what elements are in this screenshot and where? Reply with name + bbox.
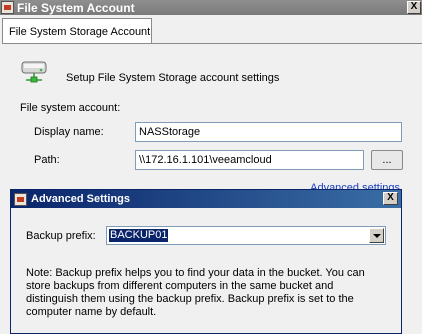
advanced-settings-dialog: Advanced Settings X Backup prefix: BACKU… xyxy=(10,189,402,334)
tab-label: File System Storage Account xyxy=(9,25,151,38)
advanced-close-button[interactable]: X xyxy=(383,192,398,205)
window-title: File System Account xyxy=(17,0,135,15)
advanced-settings-titlebar[interactable]: Advanced Settings X xyxy=(11,190,401,208)
note-line: Note: Backup prefix helps you to find yo… xyxy=(26,267,365,279)
note-line: computer name by default. xyxy=(26,306,157,318)
browse-button[interactable]: ... xyxy=(371,150,403,170)
main-window-titlebar[interactable]: File System Account X xyxy=(0,0,422,15)
close-button[interactable]: X xyxy=(407,1,421,14)
backup-prefix-label: Backup prefix: xyxy=(26,230,96,242)
display-name-input[interactable]: NASStorage xyxy=(135,122,402,142)
app-icon xyxy=(1,1,14,14)
backup-prefix-combo[interactable]: BACKUP01 xyxy=(106,226,386,245)
backup-prefix-note: Note: Backup prefix helps you to find yo… xyxy=(26,267,386,319)
tab-strip: File System Storage Account xyxy=(0,15,422,44)
app-icon xyxy=(14,192,27,206)
note-line: store backups from different computers i… xyxy=(26,280,334,292)
note-line: distinguish them using the backup prefix… xyxy=(26,293,354,305)
path-value: \\172.16.1.101\veeamcloud xyxy=(139,154,272,166)
path-label: Path: xyxy=(34,154,60,166)
backup-prefix-value[interactable]: BACKUP01 xyxy=(109,229,169,242)
path-input[interactable]: \\172.16.1.101\veeamcloud xyxy=(135,150,364,170)
group-label: File system account: xyxy=(20,102,121,114)
tab-file-system-storage-account[interactable]: File System Storage Account xyxy=(2,18,152,44)
display-name-label: Display name: xyxy=(34,126,104,138)
header-text: Setup File System Storage account settin… xyxy=(66,72,280,84)
advanced-settings-title: Advanced Settings xyxy=(31,193,131,205)
hard-drive-icon xyxy=(21,61,47,83)
display-name-value: NASStorage xyxy=(139,126,201,138)
chevron-down-icon[interactable] xyxy=(369,228,384,243)
